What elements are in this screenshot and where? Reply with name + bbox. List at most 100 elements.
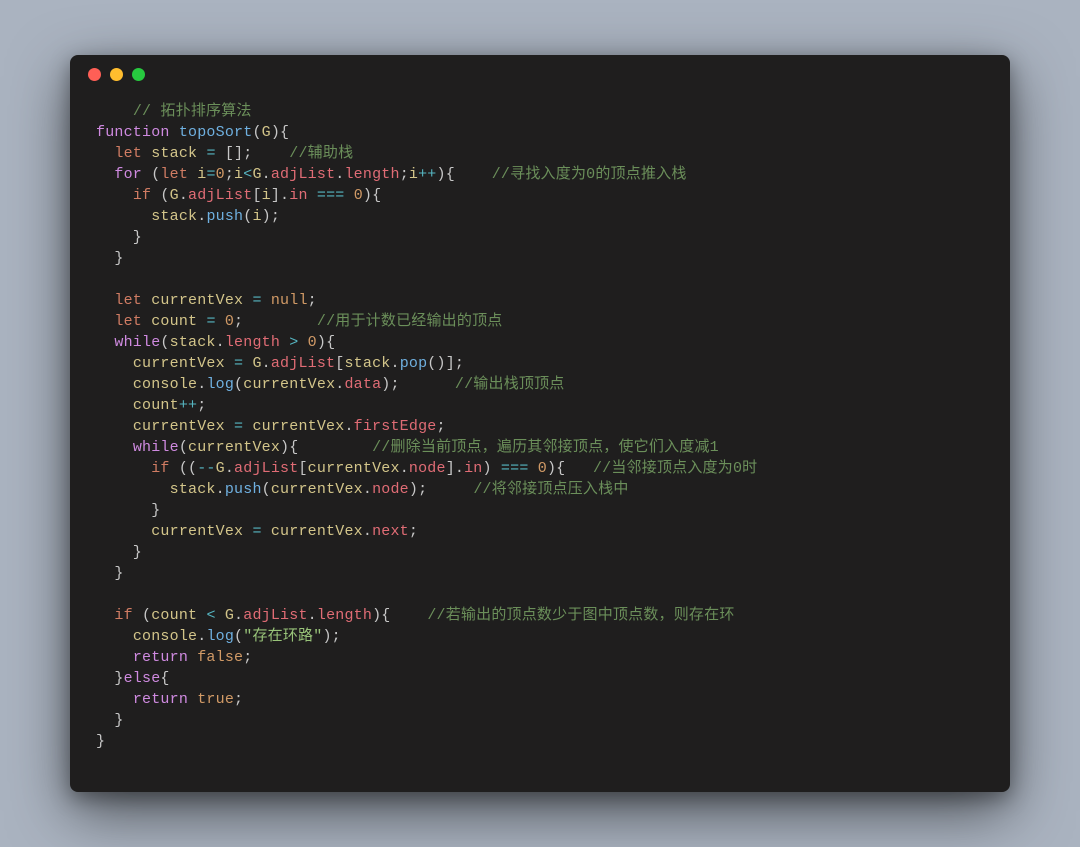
code-line: }: [96, 248, 984, 269]
token-pl: ;: [197, 397, 206, 414]
token-pl: ): [483, 460, 501, 477]
token-id: currentVex: [271, 523, 363, 540]
token-cmt: //用于计数已经输出的顶点: [317, 313, 503, 330]
token-pl: );: [381, 376, 455, 393]
code-line: }: [96, 500, 984, 521]
token-op: ===: [317, 187, 345, 204]
token-pl: (: [151, 187, 169, 204]
token-id: i: [262, 187, 271, 204]
token-pl: [96, 439, 133, 456]
token-pl: {: [160, 670, 169, 687]
token-kw: for: [114, 166, 142, 183]
token-num: false: [197, 649, 243, 666]
token-pl: [: [252, 187, 261, 204]
token-fn: push: [225, 481, 262, 498]
token-kw2: let: [114, 145, 142, 162]
code-line: for (let i=0;i<G.adjList.length;i++){ //…: [96, 164, 984, 185]
code-line: return false;: [96, 647, 984, 668]
token-kw2: let: [114, 292, 142, 309]
code-line: count++;: [96, 395, 984, 416]
token-pl: ;: [308, 292, 317, 309]
token-pl: ){: [547, 460, 593, 477]
token-pl: ;: [234, 691, 243, 708]
token-op: =: [252, 292, 261, 309]
code-line: }: [96, 227, 984, 248]
token-prop: in: [289, 187, 307, 204]
token-cmt: //若输出的顶点数少于图中顶点数，则存在环: [427, 607, 734, 624]
token-pl: [96, 313, 114, 330]
token-kw2: let: [160, 166, 188, 183]
token-pl: [142, 145, 151, 162]
token-cmt: //将邻接顶点压入栈中: [473, 481, 628, 498]
token-op: =: [206, 313, 215, 330]
token-prop: adjList: [188, 187, 252, 204]
close-icon[interactable]: [88, 68, 101, 81]
token-pl: [96, 103, 133, 120]
token-pl: .: [234, 607, 243, 624]
token-num: 0: [538, 460, 547, 477]
token-pl: }: [96, 733, 105, 750]
token-fn: log: [206, 628, 234, 645]
token-id: console: [133, 628, 197, 645]
token-pl: (: [179, 439, 188, 456]
token-id: stack: [151, 145, 197, 162]
token-str: "存在环路": [243, 628, 322, 645]
token-id: count: [151, 607, 197, 624]
token-num: true: [197, 691, 234, 708]
token-pl: }: [96, 670, 124, 687]
token-id: currentVex: [271, 481, 363, 498]
code-line: if ((--G.adjList[currentVex.node].in) ==…: [96, 458, 984, 479]
token-id: currentVex: [308, 460, 400, 477]
token-pl: ;: [225, 166, 234, 183]
token-pl: );: [322, 628, 340, 645]
token-kw: while: [133, 439, 179, 456]
token-pl: [96, 187, 133, 204]
token-pl: (: [262, 481, 271, 498]
token-pl: ;: [234, 313, 317, 330]
token-prop: length: [344, 166, 399, 183]
token-pl: [280, 334, 289, 351]
token-pl: }: [96, 544, 142, 561]
token-pl: [96, 481, 170, 498]
token-pl: [96, 418, 133, 435]
token-prop: length: [225, 334, 280, 351]
token-op: <: [206, 607, 215, 624]
zoom-icon[interactable]: [132, 68, 145, 81]
token-pl: ].: [446, 460, 464, 477]
token-id: stack: [151, 208, 197, 225]
minimize-icon[interactable]: [110, 68, 123, 81]
token-pl: .: [308, 607, 317, 624]
token-pl: .: [400, 460, 409, 477]
code-line: }: [96, 731, 984, 752]
code-window: // 拓扑排序算法function topoSort(G){ let stack…: [70, 55, 1010, 792]
token-id: G: [262, 124, 271, 141]
token-id: currentVex: [133, 418, 225, 435]
token-kw2: let: [114, 313, 142, 330]
token-pl: ){: [271, 124, 289, 141]
code-line: console.log(currentVex.data); //输出栈顶顶点: [96, 374, 984, 395]
token-pl: .: [390, 355, 399, 372]
token-id: G: [252, 355, 261, 372]
token-pl: [96, 628, 133, 645]
token-pl: [: [298, 460, 307, 477]
token-pl: [96, 523, 151, 540]
token-num: 0: [216, 166, 225, 183]
code-line: currentVex = G.adjList[stack.pop()];: [96, 353, 984, 374]
token-pl: .: [262, 166, 271, 183]
token-op: =: [206, 145, 215, 162]
token-id: currentVex: [133, 355, 225, 372]
token-pl: );: [409, 481, 473, 498]
token-pl: [529, 460, 538, 477]
token-pl: [142, 313, 151, 330]
token-prop: in: [464, 460, 482, 477]
token-pl: [96, 460, 151, 477]
token-pl: }: [96, 502, 160, 519]
token-op: ++: [418, 166, 436, 183]
token-id: count: [133, 397, 179, 414]
code-line: function topoSort(G){: [96, 122, 984, 143]
token-pl: ;: [400, 166, 409, 183]
token-pl: .: [216, 334, 225, 351]
token-prop: adjList: [271, 166, 335, 183]
token-fn: log: [206, 376, 234, 393]
token-id: i: [252, 208, 261, 225]
